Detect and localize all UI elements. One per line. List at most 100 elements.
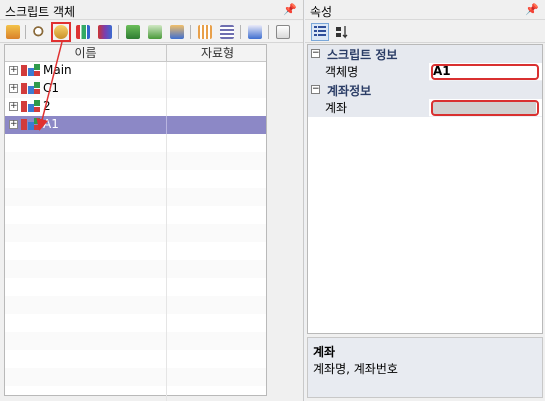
name-cell: + Main [5, 62, 167, 80]
column-header-name[interactable]: 이름 [5, 45, 167, 62]
table-row [5, 368, 266, 386]
property-row-object-name[interactable]: 객체명 A1 [308, 63, 542, 81]
tree-row[interactable]: + Main [5, 62, 266, 80]
table-row [5, 332, 266, 350]
name-cell: +2 [5, 98, 167, 116]
description-text: 계좌명, 계좌번호 [313, 362, 398, 376]
object-tree-grid: 이름 자료형 + Main + C1 +2 + A1 [4, 44, 267, 401]
name-cell [5, 170, 167, 188]
open-icon[interactable] [124, 23, 142, 41]
name-cell [5, 350, 167, 368]
toolbar-separator [190, 25, 191, 39]
property-value[interactable]: A1 [429, 63, 542, 81]
table-row [5, 134, 266, 152]
script-object-icon [21, 64, 41, 78]
table-row [5, 170, 266, 188]
highlight-box [431, 64, 539, 80]
toolbar-separator [25, 25, 26, 39]
collapse-icon[interactable]: − [311, 49, 320, 58]
collapse-icon[interactable]: − [311, 85, 320, 94]
grid-rows: + Main + C1 +2 + A1 [5, 62, 266, 401]
run-script-icon[interactable] [4, 23, 22, 41]
category-label: 계좌정보 [327, 84, 372, 98]
name-cell [5, 224, 167, 242]
script-object-icon [21, 118, 41, 132]
name-cell [5, 260, 167, 278]
script-object-icon [21, 82, 41, 96]
toolbar-separator [118, 25, 119, 39]
table-row [5, 386, 266, 401]
calendar-icon[interactable] [196, 23, 214, 41]
categorized-view-icon[interactable] [311, 23, 329, 41]
check-icon[interactable] [146, 23, 164, 41]
object-name-label: A1 [43, 117, 59, 131]
description-title: 계좌 [313, 345, 336, 359]
panel-title: 속성 [310, 5, 333, 19]
pin-icon[interactable]: 📌 [525, 3, 539, 16]
description-pane: 계좌 계좌명, 계좌번호 [307, 337, 543, 398]
tree-row[interactable]: + C1 [5, 80, 266, 98]
properties-panel: 속성 📌 − 스크립트 정보 객체명 A1 − 계좌정보 계좌 계좌 계좌명, … [305, 0, 545, 401]
save-icon[interactable] [168, 23, 186, 41]
find-icon[interactable] [30, 23, 48, 41]
tree-row[interactable]: +2 [5, 98, 266, 116]
name-cell [5, 332, 167, 350]
list-icon[interactable] [218, 23, 236, 41]
object-name-label: 2 [43, 99, 51, 113]
properties-toolbar [305, 21, 545, 43]
name-cell [5, 296, 167, 314]
export-icon[interactable] [246, 23, 264, 41]
table-row [5, 278, 266, 296]
panel-title-bar: 스크립트 객체 📌 [0, 0, 303, 20]
property-name: 계좌 [308, 99, 429, 117]
property-value[interactable] [429, 99, 542, 117]
name-cell [5, 386, 167, 401]
add-account-icon[interactable] [51, 22, 71, 42]
app-window: 스크립트 객체 📌 이름 자료형 + Main + C1 + 2 + A1 속성… [0, 0, 545, 401]
highlight-box [431, 100, 539, 116]
column-header-type[interactable]: 자료형 [168, 45, 267, 62]
script-object-icon [21, 100, 41, 114]
name-cell [5, 242, 167, 260]
name-cell [5, 188, 167, 206]
script-objects-panel: 스크립트 객체 📌 이름 자료형 + Main + C1 + 2 + A1 [0, 0, 304, 401]
object-name-label: Main [43, 63, 72, 77]
object-name-label: C1 [43, 81, 60, 95]
name-cell: + C1 [5, 80, 167, 98]
expand-icon[interactable]: + [9, 66, 18, 75]
name-cell [5, 206, 167, 224]
table-row [5, 206, 266, 224]
sort-alphabetical-icon[interactable] [333, 23, 351, 41]
name-cell: + A1 [5, 116, 167, 134]
table-row [5, 188, 266, 206]
name-cell [5, 368, 167, 386]
toolbar-separator [240, 25, 241, 39]
expand-icon[interactable]: + [9, 102, 18, 111]
pin-icon[interactable]: 📌 [283, 3, 297, 16]
toolbar-separator [268, 25, 269, 39]
add-order-icon[interactable] [96, 23, 114, 41]
table-row [5, 314, 266, 332]
category-account-info[interactable]: − 계좌정보 [308, 81, 542, 99]
name-cell [5, 152, 167, 170]
category-label: 스크립트 정보 [327, 48, 398, 62]
table-row [5, 260, 266, 278]
expand-icon[interactable]: + [9, 120, 18, 129]
close-table-icon[interactable] [274, 23, 292, 41]
property-name: 객체명 [308, 63, 429, 81]
toolbar [0, 21, 303, 43]
add-chart-icon[interactable] [74, 23, 92, 41]
expand-icon[interactable]: + [9, 84, 18, 93]
table-row [5, 152, 266, 170]
tree-row[interactable]: + A1 [5, 116, 266, 134]
name-cell [5, 134, 167, 152]
table-row [5, 296, 266, 314]
panel-title: 스크립트 객체 [5, 5, 76, 19]
table-row [5, 350, 266, 368]
property-row-account[interactable]: 계좌 [308, 99, 542, 117]
table-row [5, 224, 266, 242]
name-cell [5, 278, 167, 296]
property-grid: − 스크립트 정보 객체명 A1 − 계좌정보 계좌 [307, 44, 543, 334]
category-script-info[interactable]: − 스크립트 정보 [308, 45, 542, 63]
grid-header: 이름 자료형 [5, 45, 266, 62]
